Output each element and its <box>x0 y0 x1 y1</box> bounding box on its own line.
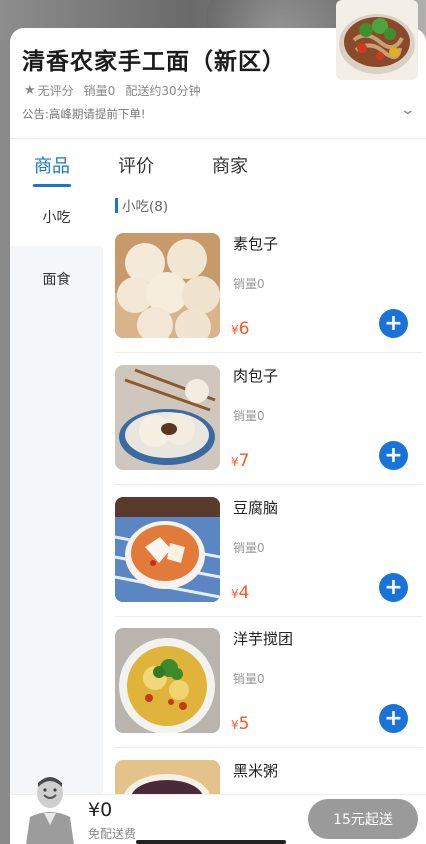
item-price: ¥4 <box>231 583 250 603</box>
list-item[interactable]: 肉包子 销量0 ¥7 + <box>115 365 423 496</box>
shop-photo <box>336 0 418 80</box>
tab-active-indicator <box>33 184 71 187</box>
divider <box>115 352 423 353</box>
item-sales: 销量0 <box>233 277 265 291</box>
black-rice-porridge-photo <box>115 760 220 794</box>
shop-name: 清香农家手工面（新区） <box>22 49 286 75</box>
category-sidebar: 小吃 面食 <box>10 188 103 794</box>
shop-meta: ★ 无评分 销量0 配送约30分钟 <box>24 82 211 99</box>
item-name: 豆腐脑 <box>233 499 279 517</box>
add-button[interactable]: + <box>379 704 408 733</box>
item-sales: 销量0 <box>233 409 265 423</box>
divider <box>115 616 423 617</box>
shop-rating: 无评分 <box>37 84 74 98</box>
section-header: 小吃(8) <box>115 195 168 215</box>
list-item[interactable]: 黑米粥 <box>115 760 423 794</box>
list-item[interactable]: 豆腐脑 销量0 ¥4 + <box>115 497 423 628</box>
divider <box>115 747 423 748</box>
add-button[interactable]: + <box>379 441 408 470</box>
tab-merchant[interactable]: 商家 <box>212 152 248 178</box>
item-sales: 销量0 <box>233 541 265 555</box>
home-indicator <box>136 840 286 844</box>
category-item-snacks[interactable]: 小吃 <box>10 188 103 246</box>
tab-goods[interactable]: 商品 <box>34 152 70 178</box>
shop-notice: 公告:高峰期请提前下单! <box>22 107 146 121</box>
add-button[interactable]: + <box>379 573 408 602</box>
star-icon: ★ <box>24 83 36 98</box>
cart-avatar-icon[interactable] <box>22 773 78 844</box>
section-marker <box>115 197 118 213</box>
chevron-down-icon[interactable]: ⌄ <box>400 102 416 118</box>
item-name: 素包子 <box>233 235 279 253</box>
item-name: 洋芋搅团 <box>233 630 294 648</box>
divider <box>115 484 423 485</box>
item-price: ¥7 <box>231 451 250 471</box>
potato-dish-photo <box>115 628 220 733</box>
tofu-pudding-photo <box>115 497 220 602</box>
item-price: ¥5 <box>231 714 250 734</box>
shop-sales: 销量0 <box>83 84 116 98</box>
item-name: 肉包子 <box>233 367 279 385</box>
tab-reviews[interactable]: 评价 <box>118 152 154 178</box>
shop-delivery-time: 配送约30分钟 <box>125 84 201 98</box>
background-edge <box>0 40 10 844</box>
item-sales: 销量0 <box>233 672 265 686</box>
item-name: 黑米粥 <box>233 762 279 780</box>
cart-bar: ¥0 免配送费 15元起送 <box>10 777 426 844</box>
category-item-noodles[interactable]: 面食 <box>10 250 103 308</box>
item-price: ¥6 <box>231 319 250 339</box>
checkout-button[interactable]: 15元起送 <box>308 799 418 839</box>
meat-buns-photo <box>115 365 220 470</box>
add-button[interactable]: + <box>379 309 408 338</box>
cart-total: ¥0 <box>88 799 113 821</box>
delivery-fee-label: 免配送费 <box>88 827 137 841</box>
list-item[interactable]: 素包子 销量0 ¥6 + <box>115 233 423 364</box>
section-title: 小吃(8) <box>122 199 169 215</box>
list-item[interactable]: 洋芋搅团 销量0 ¥5 + <box>115 628 423 759</box>
steamed-buns-photo <box>115 233 220 338</box>
tab-bar: 商品 评价 商家 <box>10 138 426 188</box>
